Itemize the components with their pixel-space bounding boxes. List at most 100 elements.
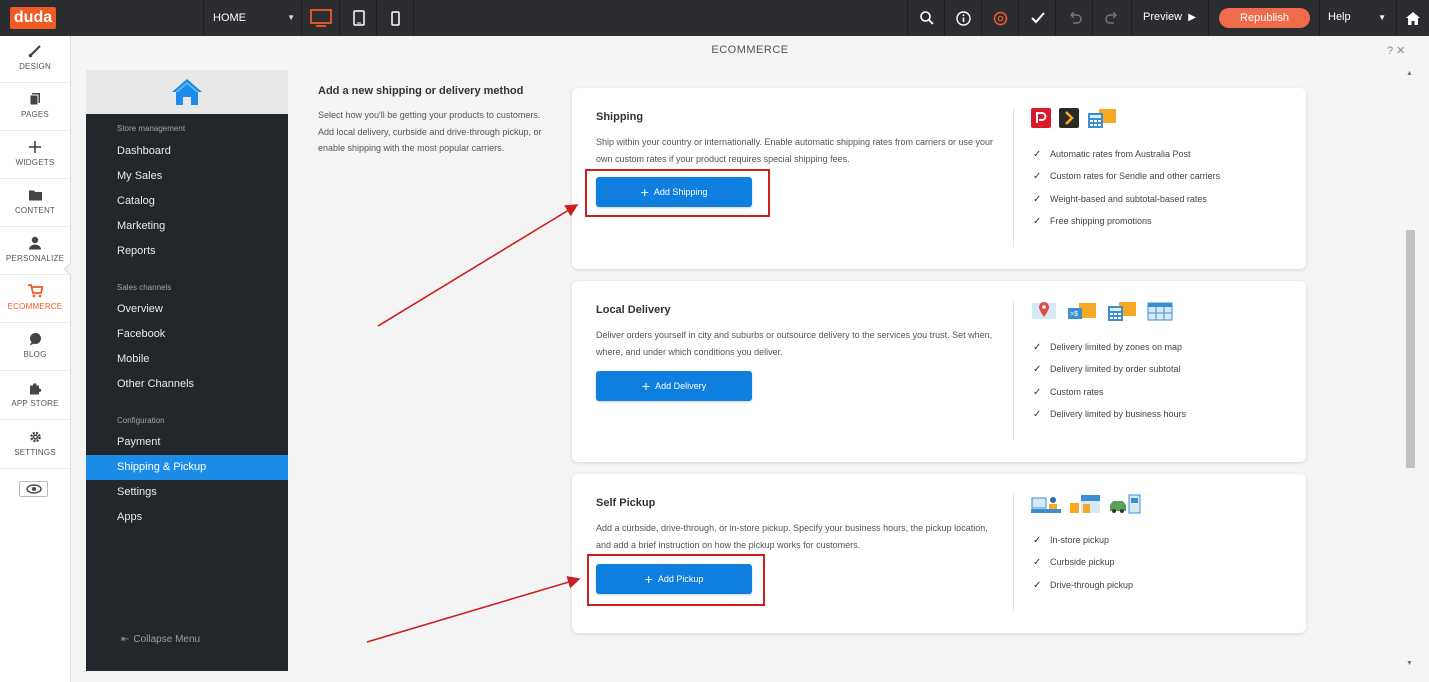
check-icon: ✓ (1033, 409, 1042, 420)
nav-item-payment[interactable]: Payment (86, 430, 288, 455)
rail-item-personalize[interactable]: PERSONALIZE (0, 228, 70, 275)
sendle-icon (1059, 108, 1079, 128)
home-icon (1406, 11, 1420, 25)
scroll-up-arrow[interactable]: ▲ (1406, 70, 1413, 77)
tablet-view-button[interactable] (340, 0, 377, 36)
preview-button[interactable]: Preview ▶ (1132, 0, 1208, 36)
svg-text:>$: >$ (1070, 311, 1078, 318)
help-menu[interactable]: Help ▼ (1320, 0, 1394, 36)
feature-item: ✓ Drive-through pickup (1033, 580, 1133, 591)
site-health-button[interactable] (982, 0, 1019, 36)
scroll-down-arrow[interactable]: ▼ (1406, 660, 1413, 667)
republish-button[interactable]: Republish (1219, 8, 1310, 28)
rail-label: APP STORE (11, 399, 59, 408)
feature-text: Custom rates (1050, 387, 1104, 397)
plus-icon (29, 141, 41, 153)
nav-item-dashboard[interactable]: Dashboard (86, 139, 288, 164)
add-delivery-button[interactable]: + Add Delivery (596, 371, 752, 401)
dashboard-home-button[interactable] (1397, 0, 1429, 36)
search-button[interactable] (908, 0, 945, 36)
curbside-icon (1070, 495, 1100, 513)
check-icon: ✓ (1033, 171, 1042, 182)
nav-item-overview[interactable]: Overview (86, 297, 288, 322)
page-selector[interactable]: HOME ▼ (204, 0, 301, 36)
feature-text: Delivery limited by order subtotal (1050, 364, 1181, 374)
preview-toggle-button[interactable] (19, 481, 48, 497)
store-sidebar-nav: Store management Dashboard My Sales Cata… (86, 114, 288, 671)
publish-check-button[interactable] (1019, 0, 1056, 36)
nav-item-facebook[interactable]: Facebook (86, 322, 288, 347)
feature-text: Curbside pickup (1050, 557, 1115, 567)
rail-item-design[interactable]: DESIGN (0, 36, 70, 83)
chevron-down-icon: ▼ (1378, 13, 1386, 22)
map-pin-icon (1032, 302, 1056, 319)
redo-button[interactable] (1093, 0, 1130, 36)
rail-label: BLOG (23, 350, 47, 359)
divider (1013, 108, 1014, 247)
info-button[interactable] (945, 0, 982, 36)
collapse-icon: ⇤ (121, 634, 130, 645)
rail-label: PERSONALIZE (5, 254, 65, 263)
preview-label: Preview (1143, 11, 1183, 23)
delivery-feature-icons: >$ (1031, 301, 1173, 323)
nav-item-catalog[interactable]: Catalog (86, 189, 288, 214)
nav-item-my-sales[interactable]: My Sales (86, 164, 288, 189)
page-selector-label: HOME (213, 12, 246, 24)
mobile-view-button[interactable] (377, 0, 414, 36)
desktop-icon (309, 9, 332, 27)
rail-item-ecommerce[interactable]: ECOMMERCE (0, 276, 70, 323)
top-toolbar: duda HOME ▼ Preview ▶ Republish Help ▼ (0, 0, 1429, 36)
card-description: Ship within your country or internationa… (596, 137, 994, 164)
rail-item-pages[interactable]: PAGES (0, 84, 70, 131)
nav-item-settings[interactable]: Settings (86, 480, 288, 505)
annotation-arrow (377, 204, 579, 327)
panel-help-close[interactable]: ? ✕ (1387, 44, 1405, 57)
rail-label: CONTENT (14, 206, 56, 215)
panel-title: ECOMMERCE (711, 44, 789, 56)
gauge-icon (993, 11, 1008, 25)
section-description: Select how you'll be getting your produc… (318, 110, 542, 154)
rail-item-blog[interactable]: BLOG (0, 324, 70, 371)
check-icon: ✓ (1033, 149, 1042, 160)
rail-item-app-store[interactable]: APP STORE (0, 373, 70, 420)
desktop-view-button[interactable] (302, 0, 339, 36)
folder-icon (28, 190, 42, 201)
feature-text: In-store pickup (1050, 535, 1110, 545)
search-icon (919, 11, 934, 25)
card-title: Shipping (596, 111, 644, 123)
nav-item-marketing[interactable]: Marketing (86, 214, 288, 239)
feature-item: ✓ Free shipping promotions (1033, 216, 1152, 227)
nav-item-apps[interactable]: Apps (86, 505, 288, 530)
nav-item-other-channels[interactable]: Other Channels (86, 372, 288, 397)
store-home-header[interactable] (86, 70, 288, 114)
nav-item-mobile[interactable]: Mobile (86, 347, 288, 372)
collapse-menu-label: Collapse Menu (133, 634, 201, 645)
drive-through-icon (1110, 494, 1141, 514)
editor-side-rail: DESIGN PAGES WIDGETS CONTENT PERSONALIZE… (0, 36, 71, 682)
duda-logo[interactable]: duda (10, 7, 56, 29)
nav-item-reports[interactable]: Reports (86, 239, 288, 264)
undo-button[interactable] (1056, 0, 1093, 36)
rail-item-content[interactable]: CONTENT (0, 180, 70, 227)
feature-text: Weight-based and subtotal-based rates (1050, 194, 1207, 204)
scrollbar-thumb[interactable] (1406, 230, 1415, 468)
rail-item-settings[interactable]: SETTINGS (0, 422, 70, 469)
check-icon: ✓ (1033, 342, 1042, 353)
nav-item-shipping-pickup[interactable]: Shipping & Pickup (86, 455, 288, 480)
info-icon (956, 10, 971, 26)
feature-text: Delivery limited by zones on map (1050, 342, 1183, 352)
feature-text: Custom rates for Sendle and other carrie… (1050, 171, 1221, 181)
local-delivery-card: Local Delivery Deliver orders yourself i… (572, 281, 1306, 462)
rail-item-widgets[interactable]: WIDGETS (0, 132, 70, 179)
section-title: Configuration (117, 416, 165, 425)
in-store-icon (1031, 497, 1061, 513)
collapse-menu-button[interactable]: ⇤ Collapse Menu (121, 634, 200, 645)
feature-text: Drive-through pickup (1050, 580, 1134, 590)
feature-item: ✓ Weight-based and subtotal-based rates (1033, 194, 1207, 205)
annotation-highlight-box (587, 554, 765, 606)
pages-icon (29, 93, 40, 106)
rail-label: WIDGETS (15, 158, 55, 167)
australia-post-icon (1031, 108, 1051, 128)
home-icon (172, 79, 202, 105)
undo-icon (1069, 12, 1082, 24)
